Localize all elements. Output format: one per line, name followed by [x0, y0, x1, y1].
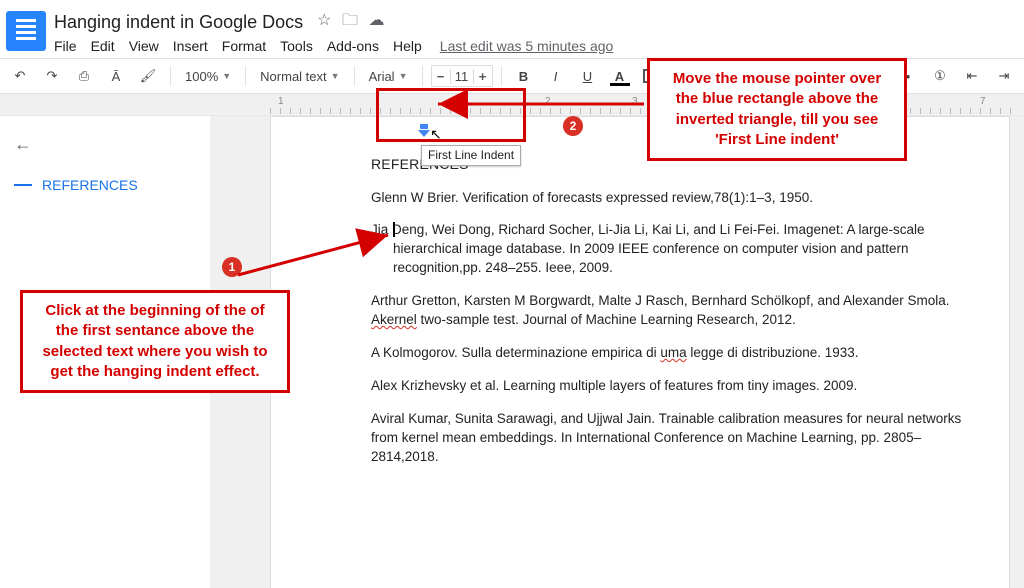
paragraph-style-dropdown[interactable]: Normal text▼: [254, 63, 345, 89]
menu-view[interactable]: View: [129, 38, 159, 54]
undo-button[interactable]: ↶: [6, 63, 34, 89]
font-family-dropdown[interactable]: Arial▼: [363, 63, 414, 89]
reference-entry: A Kolmogorov. Sulla determinazione empir…: [371, 344, 987, 363]
page-canvas-area: ↖ First Line Indent REFERENCES Glenn W B…: [210, 116, 1024, 588]
menu-bar: File Edit View Insert Format Tools Add-o…: [54, 38, 1014, 54]
reference-entry: Glenn W Brier. Verification of forecasts…: [371, 189, 987, 208]
document-page[interactable]: ↖ First Line Indent REFERENCES Glenn W B…: [270, 116, 1010, 588]
decrease-indent-button[interactable]: ⇤: [958, 63, 986, 89]
spellcheck-button[interactable]: Ā: [102, 63, 130, 89]
font-size-plus[interactable]: +: [474, 69, 492, 84]
italic-button[interactable]: I: [542, 63, 570, 89]
annotation-step-1-badge: 1: [222, 257, 242, 277]
bold-button[interactable]: B: [510, 63, 538, 89]
menu-file[interactable]: File: [54, 38, 77, 54]
numbered-list-button[interactable]: ①: [926, 63, 954, 89]
edit-history-link[interactable]: Last edit was 5 minutes ago: [440, 38, 614, 54]
reference-entry: Aviral Kumar, Sunita Sarawagi, and Ujjwa…: [371, 410, 987, 467]
title-icons: ☆ 🗀 ☁: [317, 9, 390, 36]
outline-item-references[interactable]: REFERENCES: [14, 177, 193, 193]
redo-button[interactable]: ↷: [38, 63, 66, 89]
annotation-highlight-box: [376, 88, 526, 142]
ruler-num-neg1: 1: [278, 96, 284, 107]
annotation-callout-step1: Click at the beginning of the of the fir…: [20, 290, 290, 393]
ruler-num-7: 7: [980, 96, 986, 107]
title-bar: Hanging indent in Google Docs ☆ 🗀 ☁ File…: [0, 0, 1024, 58]
text-color-button[interactable]: A: [606, 63, 634, 89]
underline-button[interactable]: U: [574, 63, 602, 89]
doc-title[interactable]: Hanging indent in Google Docs: [54, 12, 303, 33]
ruler-num-3: 3: [632, 96, 638, 107]
reference-entry: Alex Krizhevsky et al. Learning multiple…: [371, 377, 987, 396]
increase-indent-button[interactable]: ⇥: [990, 63, 1018, 89]
docs-app-icon[interactable]: [6, 11, 46, 51]
font-size-minus[interactable]: −: [432, 69, 450, 84]
star-icon[interactable]: ☆: [317, 12, 331, 29]
paint-format-button[interactable]: 🖌: [134, 63, 162, 89]
ruler-num-2: 2: [545, 96, 551, 107]
reference-entry: Jia Deng, Wei Dong, Richard Socher, Li-J…: [371, 221, 987, 278]
menu-tools[interactable]: Tools: [280, 38, 313, 54]
outline-back-button[interactable]: ←: [14, 134, 193, 155]
menu-insert[interactable]: Insert: [173, 38, 208, 54]
reference-entry: Arthur Gretton, Karsten M Borgwardt, Mal…: [371, 292, 987, 330]
menu-edit[interactable]: Edit: [91, 38, 115, 54]
annotation-step-2-badge: 2: [563, 116, 583, 136]
font-size-value[interactable]: 11: [450, 69, 474, 84]
menu-addons[interactable]: Add-ons: [327, 38, 379, 54]
move-icon[interactable]: 🗀: [342, 12, 358, 29]
menu-format[interactable]: Format: [222, 38, 266, 54]
font-size-stepper[interactable]: − 11 +: [431, 65, 493, 87]
annotation-callout-step2: Move the mouse pointer over the blue rec…: [647, 58, 907, 161]
print-button[interactable]: ⎙: [70, 63, 98, 89]
first-line-indent-tooltip: First Line Indent: [421, 145, 521, 166]
text-caret: [393, 222, 395, 237]
zoom-dropdown[interactable]: 100%▼: [179, 63, 237, 89]
cloud-icon[interactable]: ☁: [368, 12, 384, 29]
menu-help[interactable]: Help: [393, 38, 422, 54]
